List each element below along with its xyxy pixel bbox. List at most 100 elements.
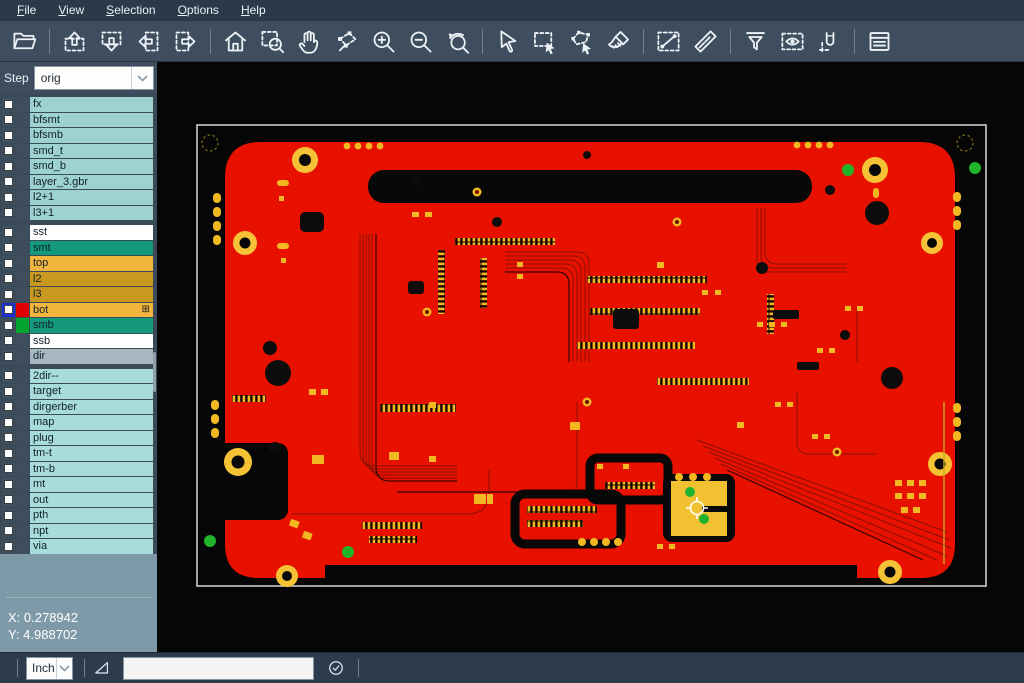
snap-icon[interactable] — [811, 23, 848, 59]
layer-color-swatch[interactable] — [16, 272, 29, 287]
command-input[interactable] — [123, 657, 314, 680]
layer-row-l3[interactable]: l3 — [0, 287, 157, 302]
layer-color-swatch[interactable] — [16, 175, 29, 190]
layer-color-swatch[interactable] — [16, 225, 29, 240]
layer-visibility-checkbox[interactable] — [2, 318, 15, 333]
sidebar-scrollbar[interactable] — [153, 352, 156, 392]
view-options-icon[interactable] — [774, 23, 811, 59]
layer-row-2dir--[interactable]: 2dir-- — [0, 369, 157, 384]
pcb-canvas[interactable] — [157, 62, 1024, 652]
layer-row-tm-t[interactable]: tm-t — [0, 446, 157, 461]
zoom-previous-icon[interactable] — [439, 23, 476, 59]
layer-row-bot[interactable]: bot⊞ — [0, 303, 157, 318]
pan-hand-icon[interactable] — [291, 23, 328, 59]
layer-name-label[interactable]: smt — [30, 241, 153, 256]
layer-color-swatch[interactable] — [16, 113, 29, 128]
layer-name-label[interactable]: l2+1 — [30, 190, 153, 205]
layer-color-swatch[interactable] — [16, 400, 29, 415]
layer-visibility-checkbox[interactable] — [2, 384, 15, 399]
layer-color-swatch[interactable] — [16, 190, 29, 205]
layer-row-top[interactable]: top — [0, 256, 157, 271]
layer-color-swatch[interactable] — [16, 256, 29, 271]
layer-visibility-checkbox[interactable] — [2, 175, 15, 190]
filter-icon[interactable] — [737, 23, 774, 59]
layer-visibility-checkbox[interactable] — [2, 415, 15, 430]
layer-name-label[interactable]: dir — [30, 349, 153, 364]
layer-name-label[interactable]: bot⊞ — [30, 303, 153, 318]
layer-color-swatch[interactable] — [16, 446, 29, 461]
layer-visibility-checkbox[interactable] — [2, 334, 15, 349]
layer-color-swatch[interactable] — [16, 493, 29, 508]
layer-row-tm-b[interactable]: tm-b — [0, 462, 157, 477]
layer-row-target[interactable]: target — [0, 384, 157, 399]
clear-highlight-icon[interactable] — [600, 23, 637, 59]
layer-row-dir[interactable]: dir — [0, 349, 157, 364]
layer-name-label[interactable]: dirgerber — [30, 400, 153, 415]
layer-visibility-checkbox[interactable] — [2, 400, 15, 415]
step-select[interactable]: orig — [34, 66, 154, 90]
layer-name-label[interactable]: tm-t — [30, 446, 153, 461]
home-view-icon[interactable] — [217, 23, 254, 59]
layer-name-label[interactable]: via — [30, 539, 153, 554]
import-left-icon[interactable] — [130, 23, 167, 59]
layer-name-label[interactable]: mt — [30, 477, 153, 492]
layer-visibility-checkbox[interactable] — [2, 256, 15, 271]
layer-visibility-checkbox[interactable] — [2, 303, 15, 318]
open-file-icon[interactable] — [6, 23, 43, 59]
layer-row-l2[interactable]: l2 — [0, 272, 157, 287]
layer-color-swatch[interactable] — [16, 349, 29, 364]
layer-name-label[interactable]: layer_3.gbr — [30, 175, 153, 190]
layer-row-smt[interactable]: smt — [0, 241, 157, 256]
layer-visibility-checkbox[interactable] — [2, 113, 15, 128]
layer-color-swatch[interactable] — [16, 206, 29, 221]
layer-visibility-checkbox[interactable] — [2, 206, 15, 221]
menu-view[interactable]: View — [47, 1, 95, 20]
layer-row-via[interactable]: via — [0, 539, 157, 554]
layer-row-dirgerber[interactable]: dirgerber — [0, 400, 157, 415]
layer-name-label[interactable]: l3 — [30, 287, 153, 302]
layer-name-label[interactable]: top — [30, 256, 153, 271]
layer-color-swatch[interactable] — [16, 159, 29, 174]
layer-visibility-checkbox[interactable] — [2, 477, 15, 492]
layer-row-smd_t[interactable]: smd_t — [0, 144, 157, 159]
zoom-shape-icon[interactable] — [328, 23, 365, 59]
layer-visibility-checkbox[interactable] — [2, 272, 15, 287]
layer-color-swatch[interactable] — [16, 477, 29, 492]
layer-color-swatch[interactable] — [16, 415, 29, 430]
layer-row-map[interactable]: map — [0, 415, 157, 430]
menu-help[interactable]: Help — [230, 1, 277, 20]
layer-color-swatch[interactable] — [16, 97, 29, 112]
import-up-icon[interactable] — [56, 23, 93, 59]
layer-name-label[interactable]: ssb — [30, 334, 153, 349]
layer-visibility-checkbox[interactable] — [2, 225, 15, 240]
layer-row-plug[interactable]: plug — [0, 431, 157, 446]
layer-row-bfsmb[interactable]: bfsmb — [0, 128, 157, 143]
layer-visibility-checkbox[interactable] — [2, 287, 15, 302]
menu-options[interactable]: Options — [167, 1, 230, 20]
layer-name-label[interactable]: tm-b — [30, 462, 153, 477]
layer-row-fx[interactable]: fx — [0, 97, 157, 112]
layer-name-label[interactable]: out — [30, 493, 153, 508]
layer-name-label[interactable]: smb — [30, 318, 153, 333]
layer-row-smd_b[interactable]: smd_b — [0, 159, 157, 174]
layer-name-label[interactable]: smd_t — [30, 144, 153, 159]
zoom-out-icon[interactable] — [402, 23, 439, 59]
layer-visibility-checkbox[interactable] — [2, 493, 15, 508]
layer-color-swatch[interactable] — [16, 524, 29, 539]
zoom-window-icon[interactable] — [254, 23, 291, 59]
layer-visibility-checkbox[interactable] — [2, 349, 15, 364]
layer-color-swatch[interactable] — [16, 431, 29, 446]
import-down-icon[interactable] — [93, 23, 130, 59]
layer-row-ssb[interactable]: ssb — [0, 334, 157, 349]
layer-name-label[interactable]: smd_b — [30, 159, 153, 174]
layer-color-swatch[interactable] — [16, 508, 29, 523]
layer-color-swatch[interactable] — [16, 462, 29, 477]
layer-color-swatch[interactable] — [16, 334, 29, 349]
layer-visibility-checkbox[interactable] — [2, 97, 15, 112]
layer-name-label[interactable]: plug — [30, 431, 153, 446]
layer-row-mt[interactable]: mt — [0, 477, 157, 492]
select-rectangle-icon[interactable] — [526, 23, 563, 59]
select-polygon-icon[interactable] — [563, 23, 600, 59]
layer-visibility-checkbox[interactable] — [2, 144, 15, 159]
layer-name-label[interactable]: bfsmb — [30, 128, 153, 143]
